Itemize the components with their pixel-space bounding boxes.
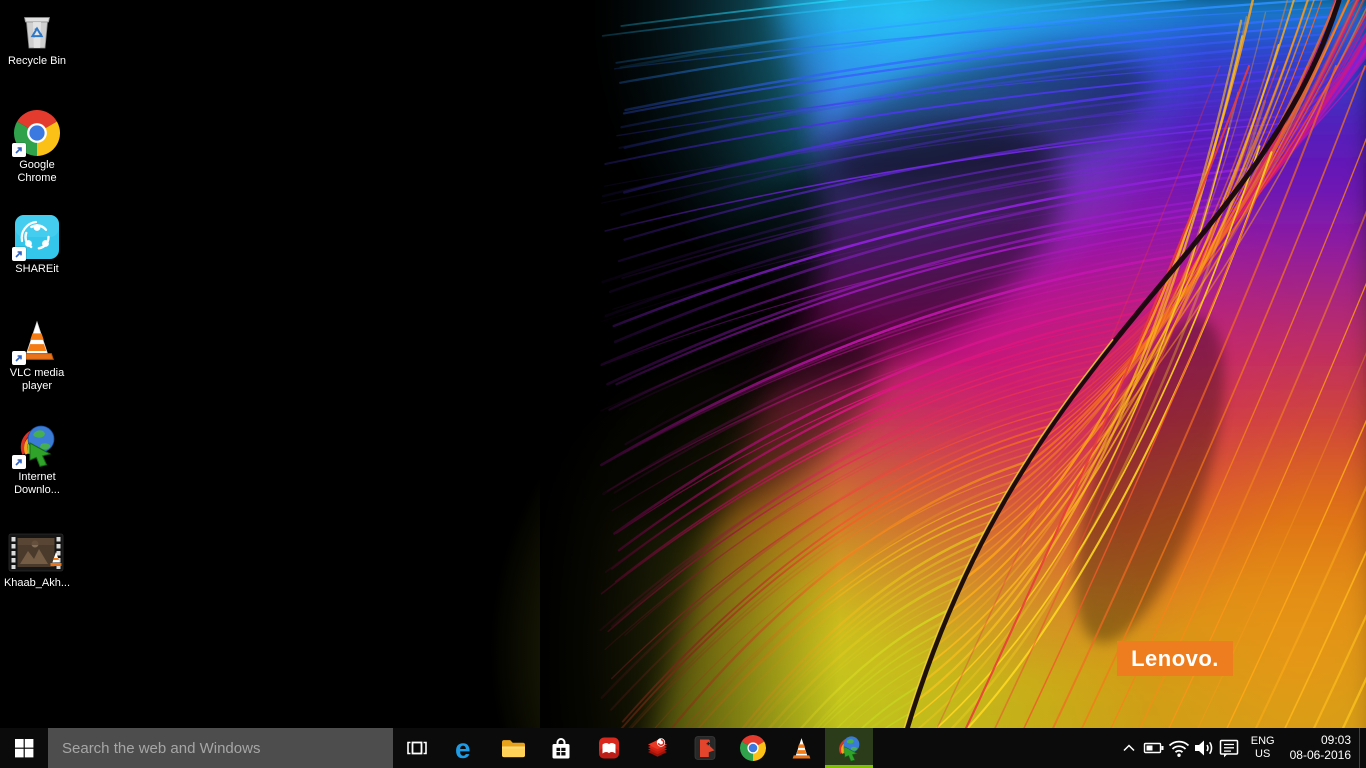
taskbar-empty-area [873, 728, 1117, 768]
task-view-icon [406, 738, 428, 758]
desktop-icon-label: Internet Downlo... [0, 471, 74, 497]
video-file-thumbnail-icon [8, 532, 66, 574]
start-button[interactable] [0, 728, 48, 768]
battery-button[interactable] [1142, 728, 1167, 768]
action-center-button[interactable] [1217, 728, 1242, 768]
hidden-icons-button[interactable] [1117, 728, 1142, 768]
chrome-icon [740, 735, 766, 761]
battery-icon [1143, 736, 1165, 760]
desktop-icon-recycle-bin[interactable]: Recycle Bin [0, 6, 74, 68]
shortcut-arrow-badge [12, 455, 26, 469]
speaker-icon [1192, 736, 1216, 760]
idm-icon [835, 734, 863, 762]
desktop-icon-label: Recycle Bin [8, 55, 66, 68]
windows-logo-icon [14, 738, 34, 758]
taskbar-app-red-layers[interactable] [633, 728, 681, 768]
language-indicator[interactable]: ENG US [1242, 728, 1284, 768]
language-line1: ENG [1251, 735, 1275, 748]
ebook-reader-icon [596, 735, 622, 761]
svg-text:e: e [455, 734, 471, 762]
file-explorer-icon [500, 735, 527, 761]
shortcut-arrow-badge [12, 351, 26, 365]
clock[interactable]: 09:03 08-06-2016 [1284, 728, 1359, 768]
search-input[interactable] [48, 728, 393, 768]
recycle-bin-icon [14, 6, 60, 52]
store-icon [548, 735, 574, 761]
desktop-icon-khaab-video[interactable]: Khaab_Akh... [0, 532, 74, 590]
taskbar-app-file-explorer[interactable] [489, 728, 537, 768]
face-profile-icon [692, 735, 718, 761]
taskbar-app-edge[interactable]: e [441, 728, 489, 768]
chrome-icon [14, 110, 60, 156]
shortcut-arrow-badge [12, 143, 26, 157]
shareit-icon [14, 214, 60, 260]
desktop-icon-label: Khaab_Akh... [4, 577, 70, 590]
desktop-icon-vlc[interactable]: VLC media player [0, 318, 74, 393]
desktop-icon-idm[interactable]: Internet Downlo... [0, 422, 74, 497]
taskbar-app-ebook-reader[interactable] [585, 728, 633, 768]
lenovo-logo-text: Lenovo. [1131, 646, 1219, 672]
red-layers-icon [644, 735, 671, 761]
task-view-button[interactable] [393, 728, 441, 768]
clock-time: 09:03 [1290, 733, 1351, 748]
desktop-icon-label: Google Chrome [0, 159, 74, 185]
system-tray: ENG US 09:03 08-06-2016 [1117, 728, 1366, 768]
taskbar: e [0, 728, 1366, 768]
desktop-icon-shareit[interactable]: SHAREit [0, 214, 74, 276]
edge-icon: e [451, 734, 479, 762]
vlc-icon [14, 318, 60, 364]
shortcut-arrow-badge [12, 247, 26, 261]
desktop-icon-google-chrome[interactable]: Google Chrome [0, 110, 74, 185]
taskbar-app-store[interactable] [537, 728, 585, 768]
taskbar-search[interactable] [48, 728, 393, 768]
idm-icon [14, 422, 60, 468]
action-center-icon [1217, 736, 1241, 760]
volume-button[interactable] [1192, 728, 1217, 768]
language-line2: US [1251, 748, 1275, 761]
network-button[interactable] [1167, 728, 1192, 768]
chevron-up-icon [1122, 743, 1136, 753]
taskbar-app-vlc[interactable] [777, 728, 825, 768]
taskbar-app-idm[interactable] [825, 728, 873, 768]
desktop-icon-label: SHAREit [15, 263, 58, 276]
taskbar-app-face-profile[interactable] [681, 728, 729, 768]
show-desktop-button[interactable] [1359, 728, 1366, 768]
wifi-icon [1167, 736, 1191, 760]
clock-date: 08-06-2016 [1290, 748, 1351, 763]
desktop-icon-label: VLC media player [0, 367, 74, 393]
vlc-icon [789, 736, 814, 761]
desktop-wallpaper: Lenovo. [0, 0, 1366, 768]
taskbar-app-chrome[interactable] [729, 728, 777, 768]
lenovo-logo: Lenovo. [1117, 641, 1233, 676]
